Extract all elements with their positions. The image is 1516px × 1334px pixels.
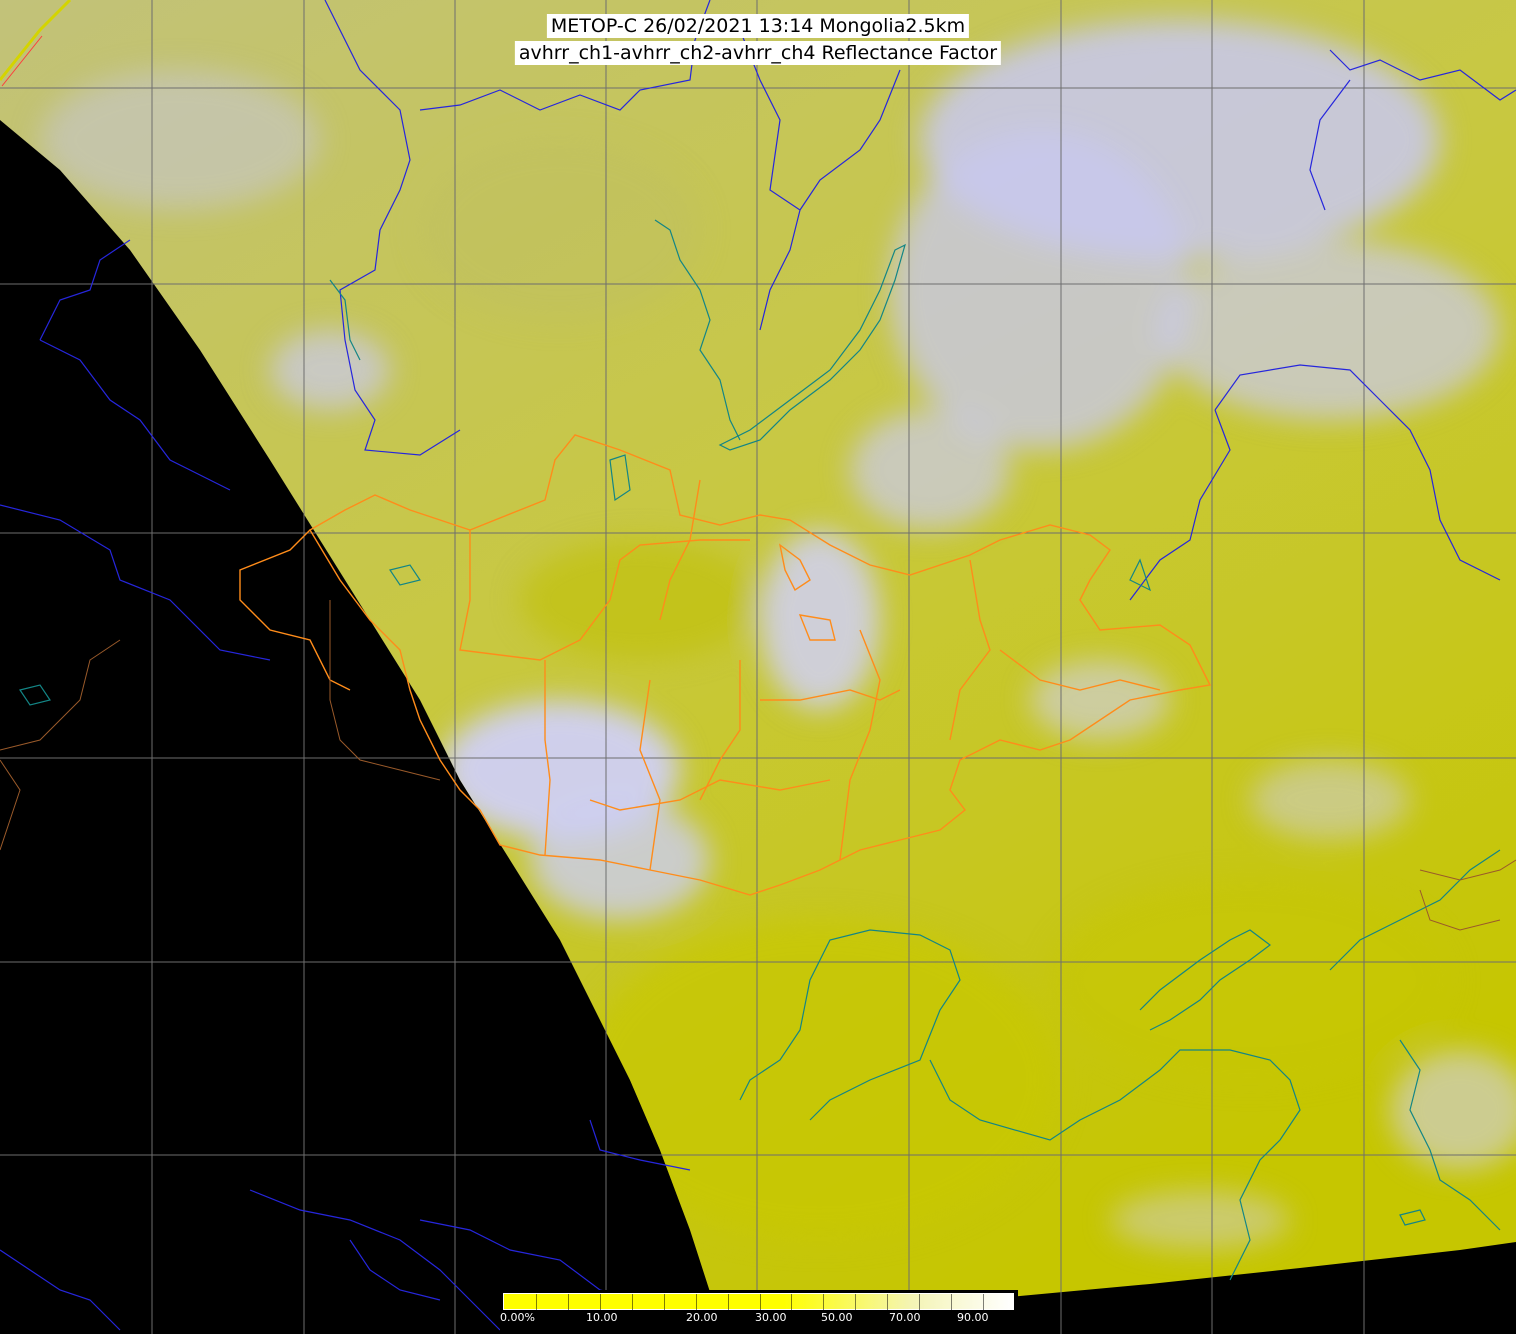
colorbar-label: 0.00%: [500, 1311, 535, 1324]
colorbar-label: 30.00: [755, 1311, 787, 1324]
colorbar-tick: [727, 1294, 729, 1311]
colorbar-legend: 0.00% 10.00 20.00 30.00 50.00 70.00 90.0…: [500, 1290, 1018, 1334]
colorbar-tick: [887, 1294, 889, 1311]
colorbar-tick: [535, 1294, 537, 1311]
colorbar-tick: [919, 1294, 921, 1311]
colorbar-ramp: [503, 1293, 1014, 1311]
colorbar-tick: [567, 1294, 569, 1311]
colorbar-tick: [599, 1294, 601, 1311]
colorbar-tick: [983, 1294, 985, 1311]
colorbar-tick: [695, 1294, 697, 1311]
colorbar-label: 90.00: [957, 1311, 989, 1324]
map-title-line-1: METOP-C 26/02/2021 13:14 Mongolia2.5km: [546, 14, 970, 38]
colorbar-tick: [759, 1294, 761, 1311]
colorbar-tick: [663, 1294, 665, 1311]
satellite-map: [0, 0, 1516, 1334]
colorbar-tick: [791, 1294, 793, 1311]
colorbar-label: 10.00: [586, 1311, 618, 1324]
colorbar-label: 20.00: [686, 1311, 718, 1324]
colorbar-tick: [631, 1294, 633, 1311]
colorbar-label: 70.00: [889, 1311, 921, 1324]
map-title-line-2: avhrr_ch1-avhrr_ch2-avhrr_ch4 Reflectanc…: [514, 41, 1002, 65]
colorbar-tick: [951, 1294, 953, 1311]
colorbar-tick: [855, 1294, 857, 1311]
colorbar-label: 50.00: [821, 1311, 853, 1324]
colorbar-tick: [823, 1294, 825, 1311]
